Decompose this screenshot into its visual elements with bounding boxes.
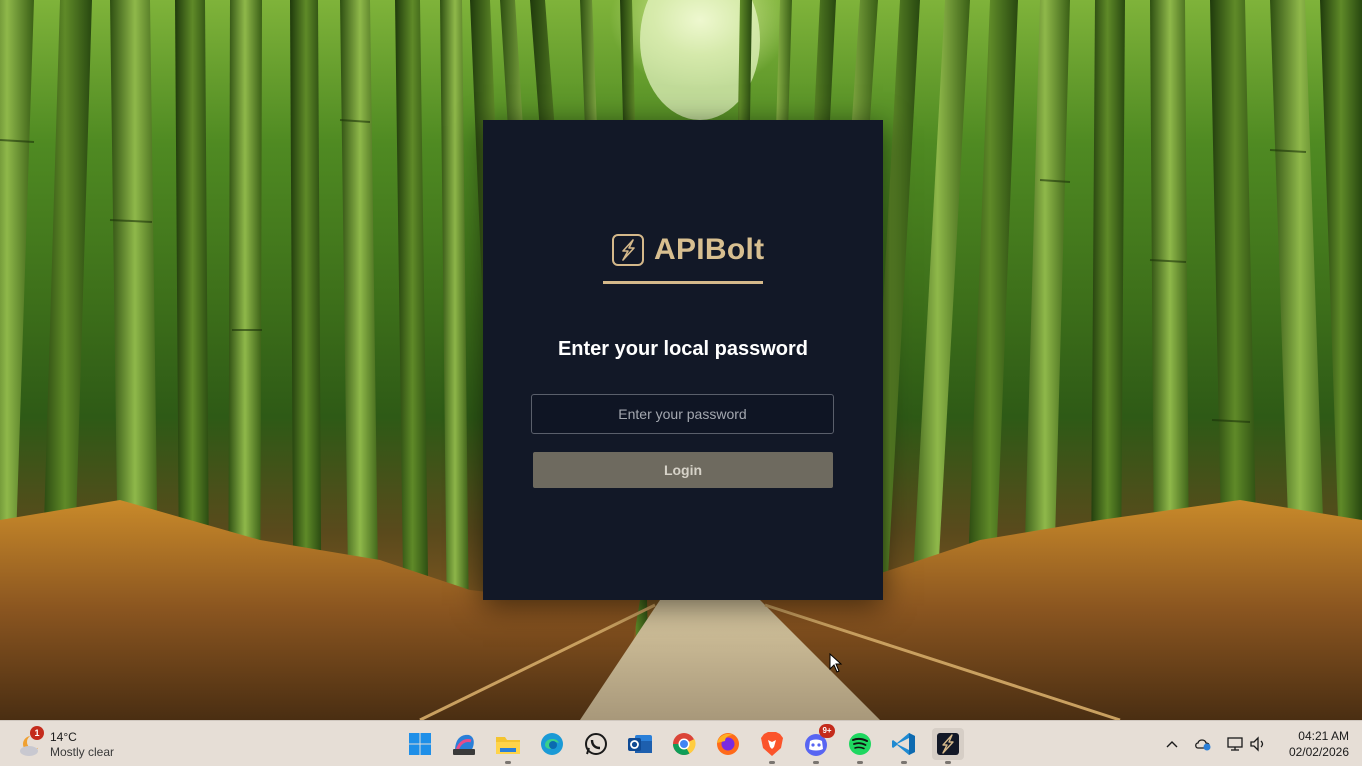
- password-input[interactable]: [531, 394, 834, 434]
- edge-browser-icon: [541, 733, 563, 755]
- taskbar-app-discord[interactable]: 9+: [800, 724, 835, 764]
- taskbar: 1 14°C Mostly clear 9+ 04:21 AM 02/02/20…: [0, 720, 1362, 766]
- running-indicator: [769, 761, 775, 764]
- volume-tray-button[interactable]: [1248, 734, 1268, 754]
- taskbar-app-whatsapp[interactable]: [580, 728, 612, 760]
- whatsapp-icon: [585, 733, 607, 755]
- clock-time[interactable]: 04:21 AM: [1283, 729, 1349, 743]
- running-indicator: [901, 761, 907, 764]
- outlook-icon: [628, 735, 652, 753]
- weather-widget[interactable]: 1 14°C Mostly clear: [16, 726, 146, 761]
- brand-name: APIBolt: [654, 233, 765, 266]
- speaker-icon: [1250, 736, 1264, 752]
- windows-start-icon: [409, 733, 431, 755]
- taskbar-app-outlook[interactable]: [624, 728, 656, 760]
- lightning-bolt-icon: [612, 234, 644, 266]
- spotify-icon: [849, 733, 871, 755]
- taskbar-app-file-explorer[interactable]: [492, 728, 524, 764]
- chrome-icon: [673, 733, 696, 755]
- discord-notification-badge: 9+: [819, 724, 835, 738]
- login-button[interactable]: Login: [533, 452, 833, 488]
- vscode-icon: [892, 733, 915, 755]
- running-indicator: [945, 761, 951, 764]
- network-icon: [1227, 737, 1243, 751]
- apibolt-icon: [937, 733, 959, 755]
- taskbar-app-m365[interactable]: [448, 728, 480, 760]
- running-indicator: [813, 761, 819, 764]
- clock-date[interactable]: 02/02/2026: [1277, 745, 1349, 759]
- onedrive-tray-button[interactable]: [1193, 734, 1213, 754]
- mouse-cursor-icon: [829, 653, 843, 673]
- start-button[interactable]: [404, 728, 436, 760]
- network-tray-button[interactable]: [1225, 734, 1245, 754]
- taskbar-app-vscode[interactable]: [888, 728, 920, 764]
- taskbar-app-spotify[interactable]: [844, 728, 876, 764]
- brand-underline: [603, 281, 763, 284]
- weather-temperature: 14°C: [50, 730, 77, 744]
- brand-logo: APIBolt: [612, 232, 764, 268]
- weather-description: Mostly clear: [50, 745, 115, 759]
- taskbar-app-brave[interactable]: [756, 728, 788, 764]
- firefox-icon: [717, 733, 739, 755]
- running-indicator: [505, 761, 511, 764]
- login-heading: Enter your local password: [557, 338, 809, 360]
- show-hidden-icons-button[interactable]: [1162, 734, 1182, 754]
- brave-icon: [761, 732, 783, 756]
- folder-icon: [496, 737, 520, 754]
- running-indicator: [857, 761, 863, 764]
- taskbar-app-edge[interactable]: [536, 728, 568, 760]
- taskbar-app-chrome[interactable]: [668, 728, 700, 760]
- weather-alert-badge: 1: [30, 726, 44, 740]
- cloud-sync-icon: [1195, 739, 1211, 751]
- taskbar-app-apibolt[interactable]: [932, 728, 964, 764]
- chevron-up-icon: [1166, 741, 1178, 748]
- microsoft-365-icon: [453, 734, 475, 755]
- taskbar-app-firefox[interactable]: [712, 728, 744, 760]
